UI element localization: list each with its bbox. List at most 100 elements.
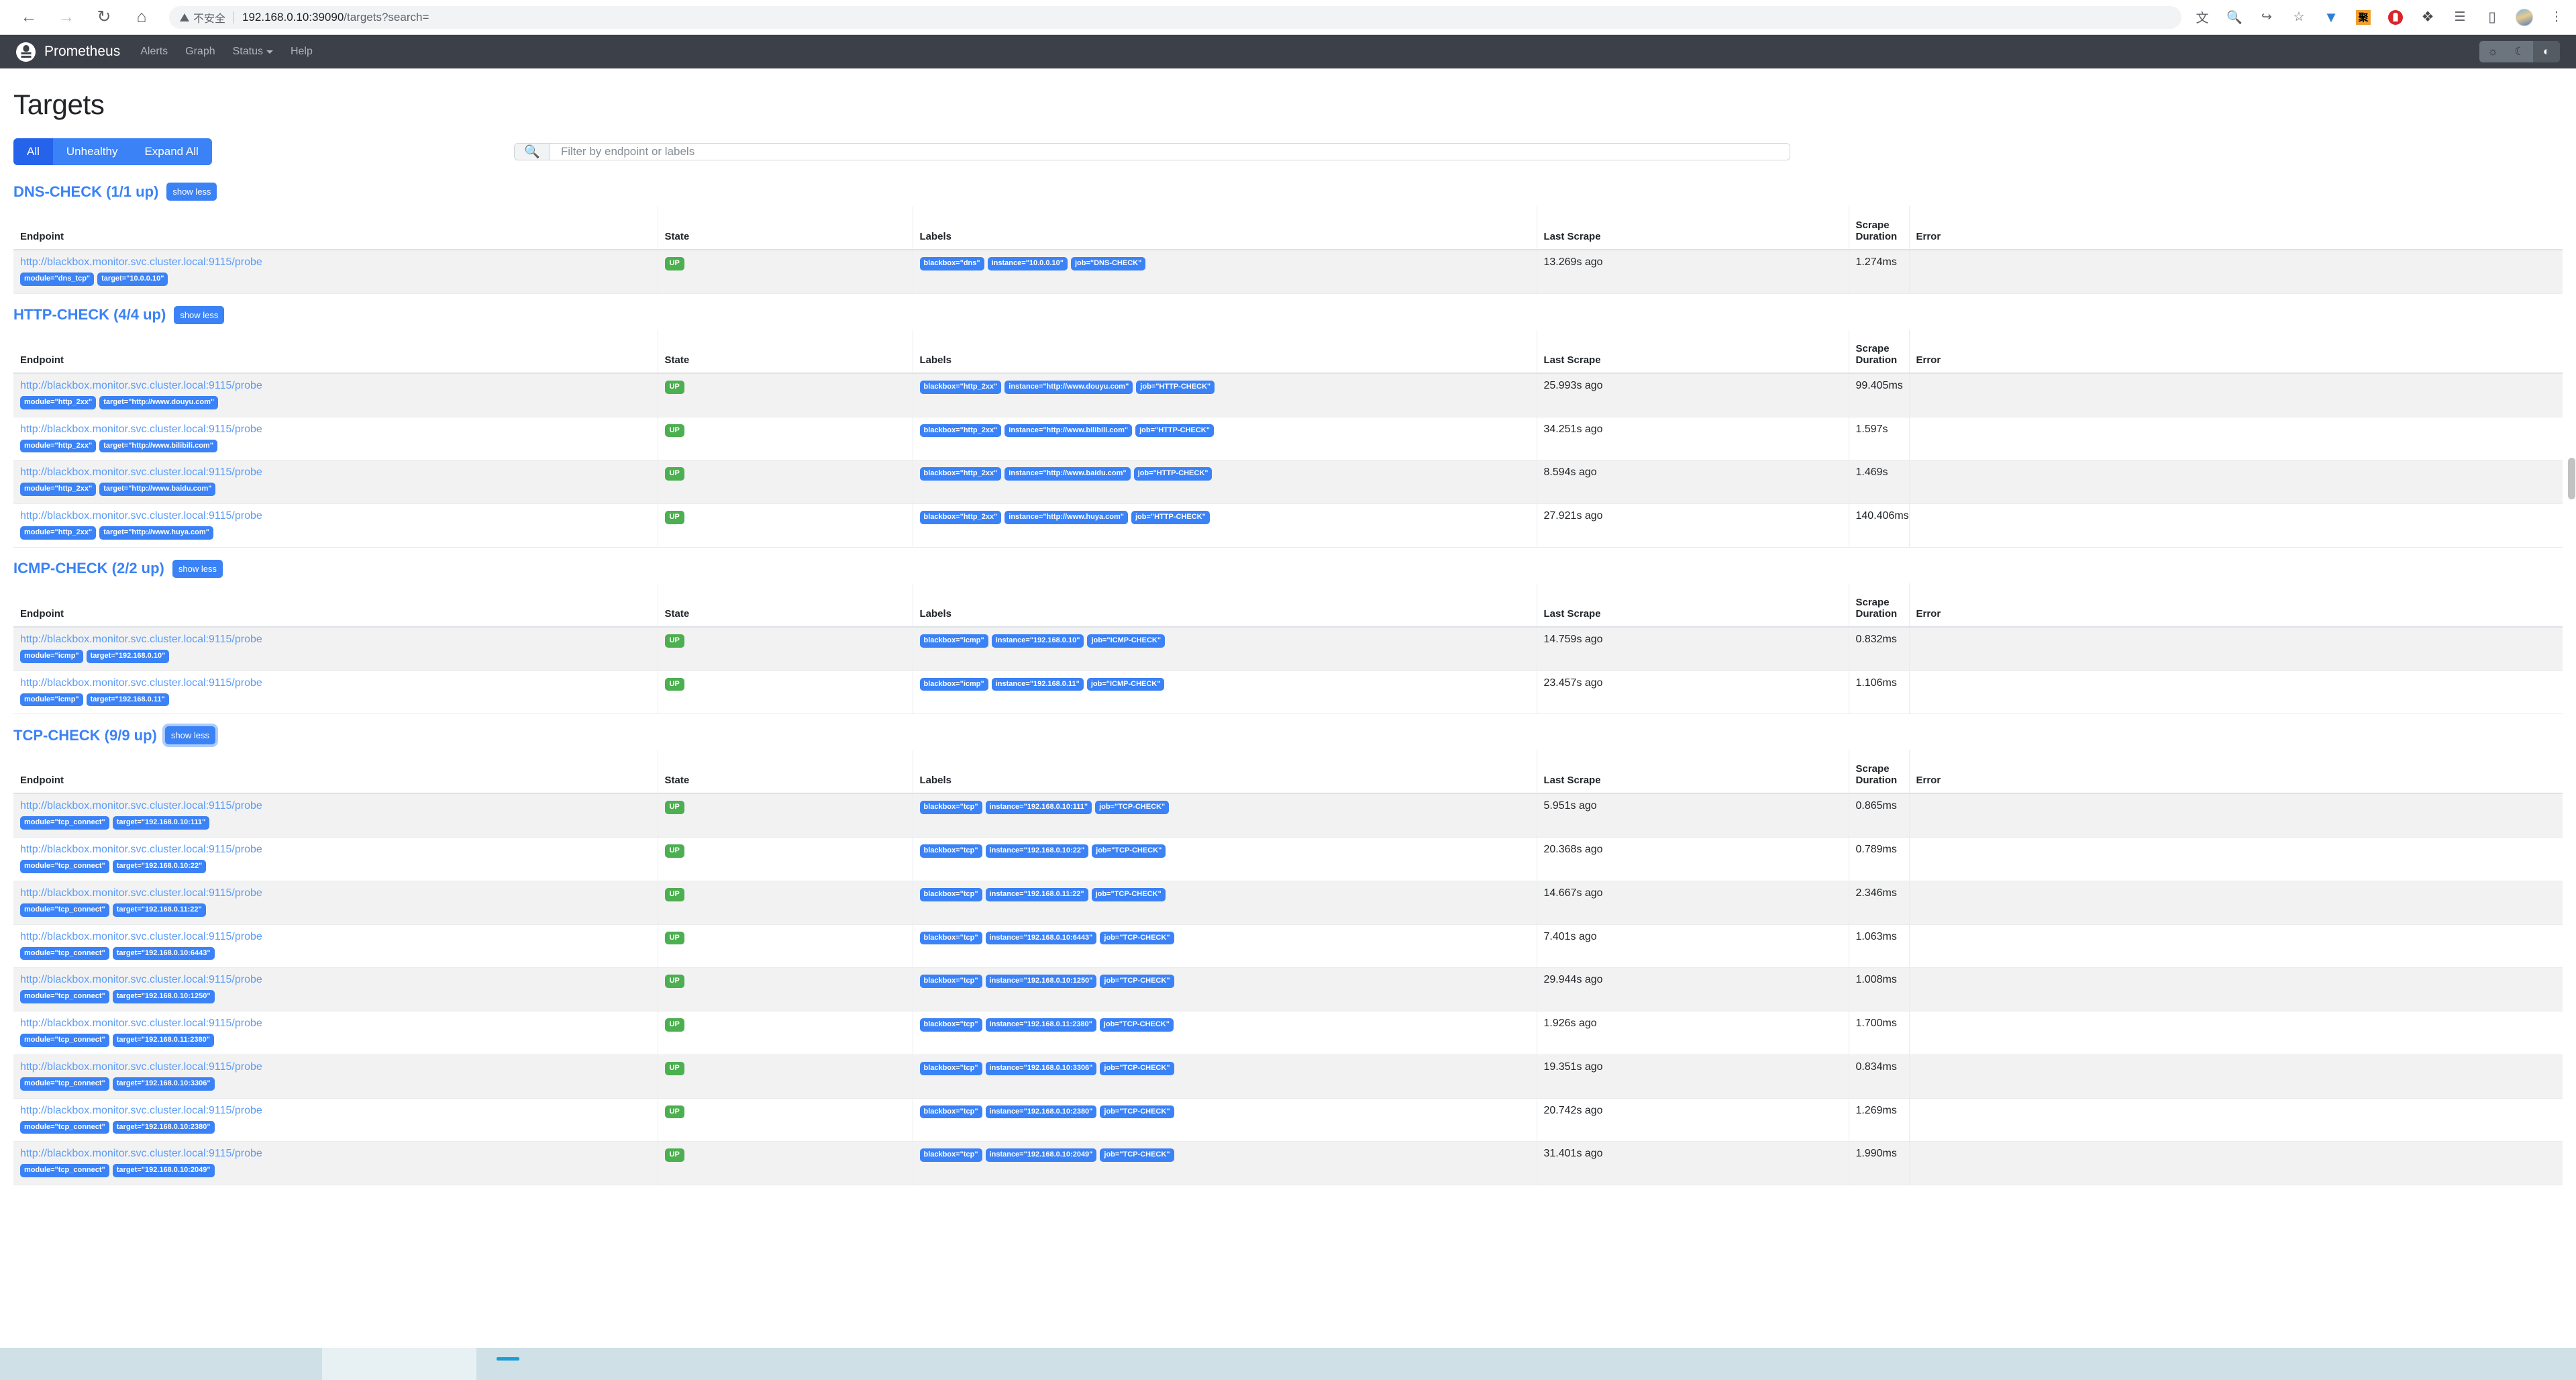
profile-avatar[interactable]	[2516, 8, 2533, 26]
show-less-button[interactable]: show less	[164, 726, 215, 745]
endpoint-link[interactable]: http://blackbox.monitor.svc.cluster.loca…	[20, 1061, 651, 1073]
table-row: http://blackbox.monitor.svc.cluster.loca…	[13, 793, 2563, 838]
status-badge: UP	[664, 975, 684, 988]
scrape-duration-value: 1.008ms	[1855, 974, 1897, 986]
table-row: http://blackbox.monitor.svc.cluster.loca…	[13, 460, 2563, 504]
ji-extension-icon[interactable]: 聚	[2355, 9, 2372, 26]
cell-scrape-duration: 0.832ms	[1849, 626, 1910, 671]
endpoint-link[interactable]: http://blackbox.monitor.svc.cluster.loca…	[20, 974, 651, 986]
balloon-extension-icon[interactable]: ▼	[2322, 9, 2340, 26]
reload-icon[interactable]: ↻	[94, 7, 114, 28]
endpoint-link[interactable]: http://blackbox.monitor.svc.cluster.loca…	[20, 1018, 651, 1030]
cell-last-scrape: 29.944s ago	[1537, 967, 1849, 1012]
home-icon[interactable]: ⌂	[132, 7, 152, 28]
address-bar[interactable]: 不安全 192.168.0.10:39090/targets?search=	[169, 5, 2181, 29]
forward-arrow-icon[interactable]: →	[56, 7, 76, 28]
cell-labels: blackbox="dns" instance="10.0.0.10" job="D…	[913, 250, 1537, 294]
endpoint-link[interactable]: http://blackbox.monitor.svc.cluster.loca…	[20, 510, 651, 522]
endpoint-link[interactable]: http://blackbox.monitor.svc.cluster.loca…	[20, 424, 651, 436]
auto-theme-button[interactable]: ◐	[2533, 41, 2560, 62]
share-icon[interactable]: ↪	[2258, 9, 2275, 26]
status-badge: UP	[664, 1061, 684, 1075]
table-row: http://blackbox.monitor.svc.cluster.loca…	[13, 881, 2563, 925]
expand-all-button[interactable]: Expand All	[131, 138, 212, 165]
endpoint-link[interactable]: http://blackbox.monitor.svc.cluster.loca…	[20, 256, 651, 268]
endpoint-link[interactable]: http://blackbox.monitor.svc.cluster.loca…	[20, 1148, 651, 1160]
endpoint-link[interactable]: http://blackbox.monitor.svc.cluster.loca…	[20, 380, 651, 392]
cell-state: UP	[658, 1011, 913, 1055]
taskbar-chrome-item[interactable]	[476, 1348, 544, 1380]
cell-last-scrape: 7.401s ago	[1537, 924, 1849, 969]
show-less-button[interactable]: show less	[172, 559, 223, 578]
target-label-badge: blackbox="tcp"	[919, 844, 982, 858]
nav-item-status[interactable]: Status	[233, 46, 273, 58]
target-label-badge: blackbox="tcp"	[919, 1018, 982, 1032]
target-label-badge: job="TCP-CHECK"	[1100, 975, 1174, 988]
filter-unhealthy-button[interactable]: Unhealthy	[52, 138, 132, 165]
endpoint-link[interactable]: http://blackbox.monitor.svc.cluster.loca…	[20, 800, 651, 812]
not-secure-indicator[interactable]: 不安全	[180, 9, 225, 26]
cell-endpoint: http://blackbox.monitor.svc.cluster.loca…	[13, 503, 658, 548]
table-header-row: Endpoint State Labels Last Scrape Scrape Dura…	[13, 583, 2563, 628]
show-less-button[interactable]: show less	[174, 305, 225, 324]
nav-item-graph[interactable]: Graph	[185, 46, 215, 58]
endpoint-label-badge: module="icmp"	[20, 693, 83, 707]
endpoint-label-badge: module="http_2xx"	[20, 483, 97, 496]
target-label-badge: blackbox="tcp"	[919, 801, 982, 814]
scrape-duration-value: 2.346ms	[1855, 887, 1897, 899]
nav-item-help[interactable]: Help	[291, 46, 313, 58]
back-arrow-icon[interactable]: ←	[19, 7, 39, 28]
cell-state: UP	[658, 967, 913, 1012]
filter-all-button[interactable]: All	[13, 138, 53, 165]
endpoint-label-badge: module="tcp_connect"	[20, 946, 109, 960]
taskbar-right-segment	[544, 1348, 2576, 1380]
job-block: DNS-CHECK (1/1 up) show less Endpoint State…	[13, 183, 2563, 294]
endpoint-link[interactable]: http://blackbox.monitor.svc.cluster.loca…	[20, 466, 651, 479]
light-theme-button[interactable]: ☼	[2479, 41, 2506, 62]
taskbar-active-window[interactable]	[322, 1348, 476, 1380]
puzzle-extensions-icon[interactable]: ❖	[2419, 9, 2436, 26]
chrome-menu-icon[interactable]: ⋮	[2548, 9, 2565, 26]
target-label-badge: instance="10.0.0.10"	[987, 257, 1068, 270]
job-title: DNS-CHECK (1/1 up)	[13, 183, 159, 200]
cell-state: UP	[658, 1141, 913, 1185]
page-scrollbar[interactable]	[2567, 68, 2576, 1348]
search-input[interactable]	[550, 144, 1790, 160]
last-scrape-value: 34.251s ago	[1543, 423, 1603, 435]
endpoint-link[interactable]: http://blackbox.monitor.svc.cluster.loca…	[20, 931, 651, 943]
show-less-button[interactable]: show less	[166, 183, 217, 201]
endpoint-link[interactable]: http://blackbox.monitor.svc.cluster.loca…	[20, 677, 651, 689]
table-row: http://blackbox.monitor.svc.cluster.loca…	[13, 373, 2563, 417]
job-header: HTTP-CHECK (4/4 up) show less	[13, 305, 2563, 324]
target-label-badge: instance="192.168.0.11:2380"	[985, 1018, 1096, 1032]
target-label-badge: job="TCP-CHECK"	[1100, 931, 1174, 945]
targets-table: Endpoint State Labels Last Scrape Scrape Dura…	[13, 329, 2563, 548]
cell-labels: blackbox="http_2xx" instance="http://www.…	[913, 460, 1537, 504]
brand-label[interactable]: Prometheus	[44, 44, 120, 60]
last-scrape-value: 1.926s ago	[1543, 1018, 1597, 1029]
zoom-out-icon[interactable]: 🔍	[2226, 9, 2243, 26]
table-row: http://blackbox.monitor.svc.cluster.loca…	[13, 1141, 2563, 1185]
endpoint-link[interactable]: http://blackbox.monitor.svc.cluster.loca…	[20, 844, 651, 856]
cell-labels: blackbox="icmp" instance="192.168.0.11" jo…	[913, 671, 1537, 715]
adblock-extension-icon[interactable]	[2387, 9, 2404, 26]
endpoint-link[interactable]: http://blackbox.monitor.svc.cluster.loca…	[20, 887, 651, 899]
job-block: HTTP-CHECK (4/4 up) show less Endpoint Stat…	[13, 305, 2563, 548]
table-row: http://blackbox.monitor.svc.cluster.loca…	[13, 250, 2563, 294]
cell-error	[1909, 417, 2563, 461]
translate-icon[interactable]: 文	[2194, 9, 2211, 26]
bookmark-star-icon[interactable]: ☆	[2290, 9, 2308, 26]
playlist-icon[interactable]: ☰	[2451, 9, 2469, 26]
cell-state: UP	[658, 924, 913, 969]
endpoint-label-badge: target="192.168.0.10:6443"	[112, 946, 215, 960]
nav-item-alerts[interactable]: Alerts	[140, 46, 168, 58]
dark-theme-button[interactable]: ☾	[2506, 41, 2533, 62]
browser-toolbar: ← → ↻ ⌂ 不安全 192.168.0.10:39090/targets?s…	[0, 0, 2576, 35]
endpoint-label-badge: target="192.168.0.10"	[86, 649, 170, 663]
table-row: http://blackbox.monitor.svc.cluster.loca…	[13, 967, 2563, 1012]
scrape-duration-value: 0.789ms	[1855, 844, 1897, 855]
endpoint-link[interactable]: http://blackbox.monitor.svc.cluster.loca…	[20, 634, 651, 646]
sidepanel-icon[interactable]: ▯	[2483, 9, 2501, 26]
endpoint-link[interactable]: http://blackbox.monitor.svc.cluster.loca…	[20, 1105, 651, 1117]
scrollbar-thumb[interactable]	[2568, 458, 2575, 499]
